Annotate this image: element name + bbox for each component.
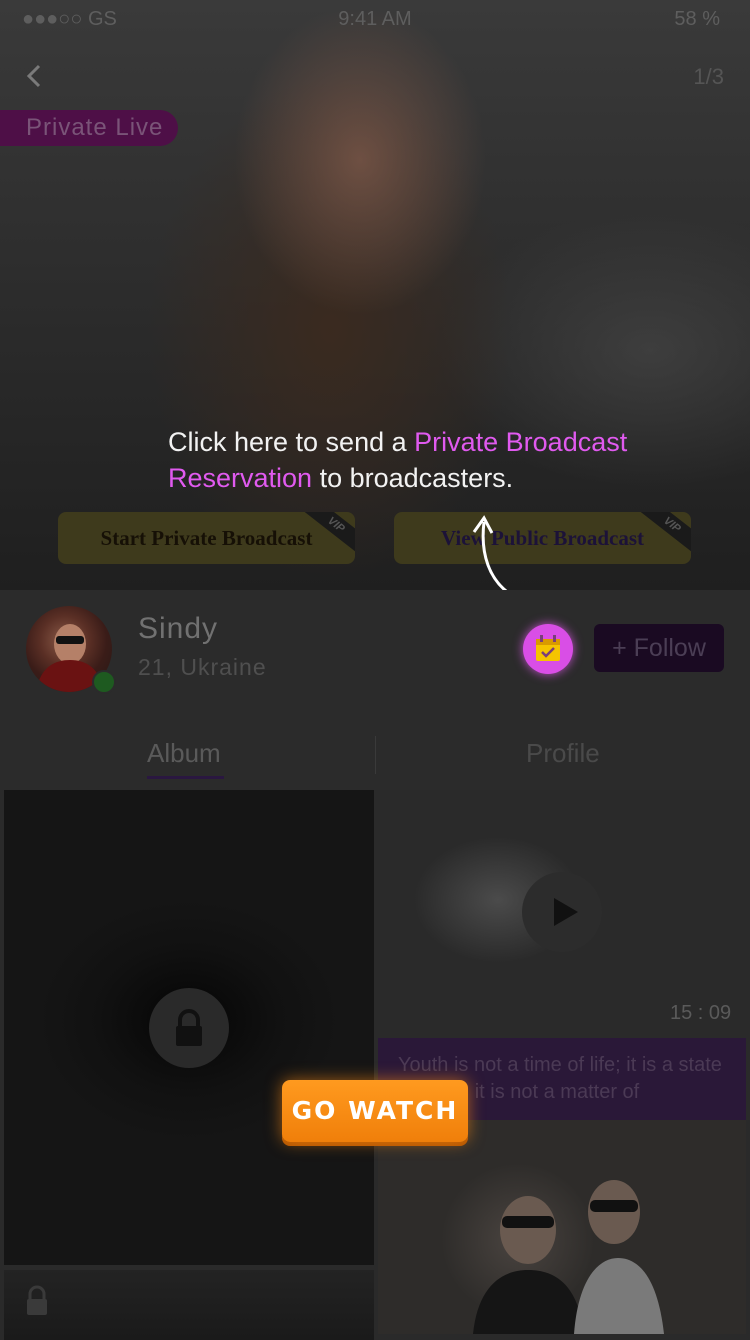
follow-button[interactable]: + Follow (594, 624, 724, 672)
calendar-check-icon (536, 635, 560, 661)
view-public-broadcast-button[interactable]: View Public Broadcast VIP (394, 512, 691, 564)
tip-highlight-2: Reservation (168, 463, 313, 493)
vip-tag: VIP (638, 512, 691, 554)
status-time: 9:41 AM (338, 8, 412, 30)
tip-suffix: to broadcasters. (312, 463, 514, 493)
tab-album[interactable]: Album (147, 738, 221, 769)
hero-cover-photo: ●●●○○ GS 9:41 AM 58 % 1/3 Private Live C… (0, 0, 750, 590)
page-indicator: 1/3 (693, 64, 724, 89)
start-private-label: Start Private Broadcast (100, 526, 313, 550)
tip-prefix: Click here to send a (168, 427, 415, 457)
start-private-broadcast-button[interactable]: Start Private Broadcast VIP (58, 512, 355, 564)
tip-highlight: Private Broadcast (414, 427, 628, 457)
user-age-location: 21, Ukraine (138, 654, 267, 680)
reservation-tip-text: Click here to send a Private Broadcast R… (168, 424, 728, 496)
tab-divider (375, 736, 376, 774)
tab-active-underline (147, 776, 224, 779)
play-icon[interactable] (522, 872, 602, 952)
reservation-calendar-button[interactable] (523, 624, 573, 674)
video-duration: 15 : 09 (670, 1002, 732, 1024)
back-chevron-icon[interactable] (22, 58, 46, 94)
lock-icon (149, 988, 229, 1068)
tab-profile[interactable]: Profile (526, 738, 600, 769)
photo-tile[interactable] (378, 1120, 746, 1334)
small-lock-icon (27, 1285, 47, 1315)
private-live-badge: Private Live (0, 110, 178, 146)
tip-arrow-icon (472, 515, 508, 590)
status-battery: 58 % (674, 8, 720, 30)
online-status-dot (92, 670, 116, 694)
album-tile-small[interactable] (4, 1270, 374, 1340)
go-watch-button[interactable]: GO WATCH (282, 1080, 468, 1142)
user-name: Sindy (138, 612, 219, 645)
